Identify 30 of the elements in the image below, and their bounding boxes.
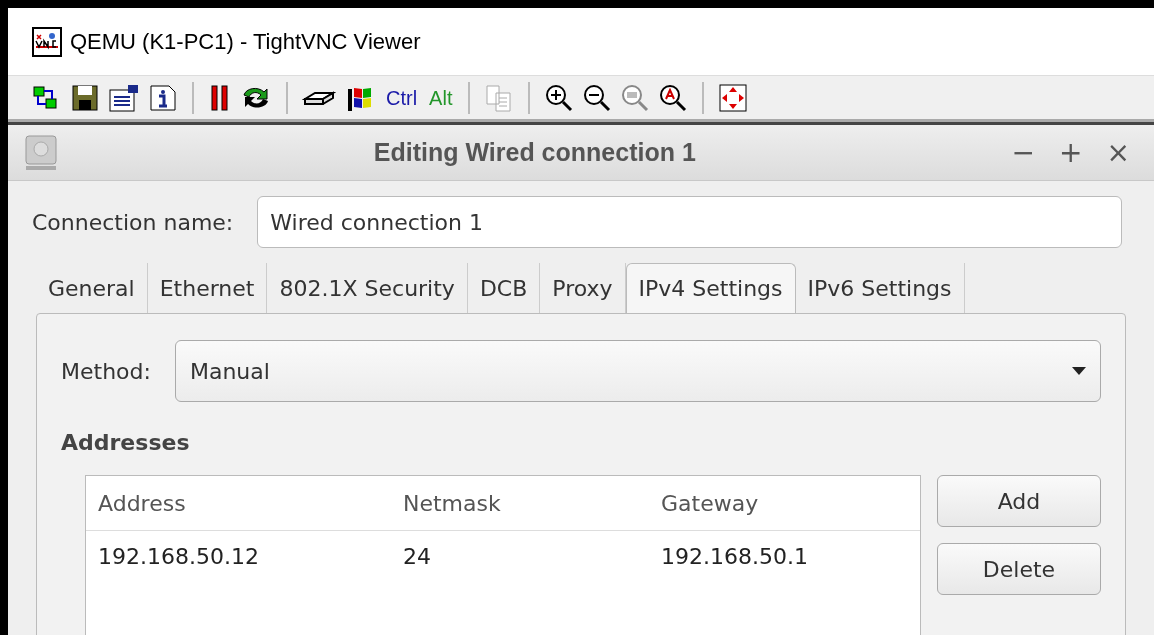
table-action-button[interactable]: Delete bbox=[937, 543, 1101, 595]
fullscreen-icon[interactable] bbox=[718, 82, 749, 113]
field-label: Connection name: bbox=[32, 208, 234, 237]
window-control-button[interactable]: − bbox=[1011, 138, 1036, 167]
drive-icon bbox=[24, 133, 58, 172]
vnc-logo-icon bbox=[32, 26, 62, 57]
connection-name-field[interactable]: Wired connection 1 bbox=[257, 196, 1122, 248]
table-cell-text: 192.168.50.12 bbox=[97, 542, 260, 571]
table-cell-text: 24 bbox=[402, 542, 432, 571]
window-control-button[interactable]: + bbox=[1059, 138, 1083, 167]
info-icon[interactable] bbox=[148, 82, 178, 113]
zoom-in-icon[interactable] bbox=[544, 82, 575, 113]
dialog-title: Editing Wired connection 1 bbox=[373, 137, 696, 166]
column-header: Address bbox=[86, 476, 391, 531]
caret-icon bbox=[1072, 367, 1086, 375]
column-header: Netmask bbox=[391, 476, 649, 531]
table-cell-text: 192.168.50.1 bbox=[660, 542, 809, 571]
method-dropdown[interactable]: Manual bbox=[174, 340, 1101, 402]
field-label: Method: bbox=[61, 357, 151, 386]
dropdown-value: Manual bbox=[189, 357, 271, 386]
window-control-button[interactable]: × bbox=[1106, 138, 1130, 167]
table-action-button[interactable]: Add bbox=[937, 475, 1101, 527]
zoom-out-icon[interactable] bbox=[582, 82, 613, 113]
document-list-icon[interactable] bbox=[108, 82, 140, 113]
key-button[interactable]: Ctrl bbox=[384, 82, 420, 113]
tab[interactable]: IPv4 Settings bbox=[625, 263, 796, 313]
zoom-auto-icon[interactable] bbox=[658, 82, 689, 113]
window-title: QEMU (K1-PC1) - TightVNC Viewer bbox=[70, 28, 421, 56]
section-heading: Addresses bbox=[61, 429, 191, 457]
column-header: Gateway bbox=[649, 476, 920, 531]
